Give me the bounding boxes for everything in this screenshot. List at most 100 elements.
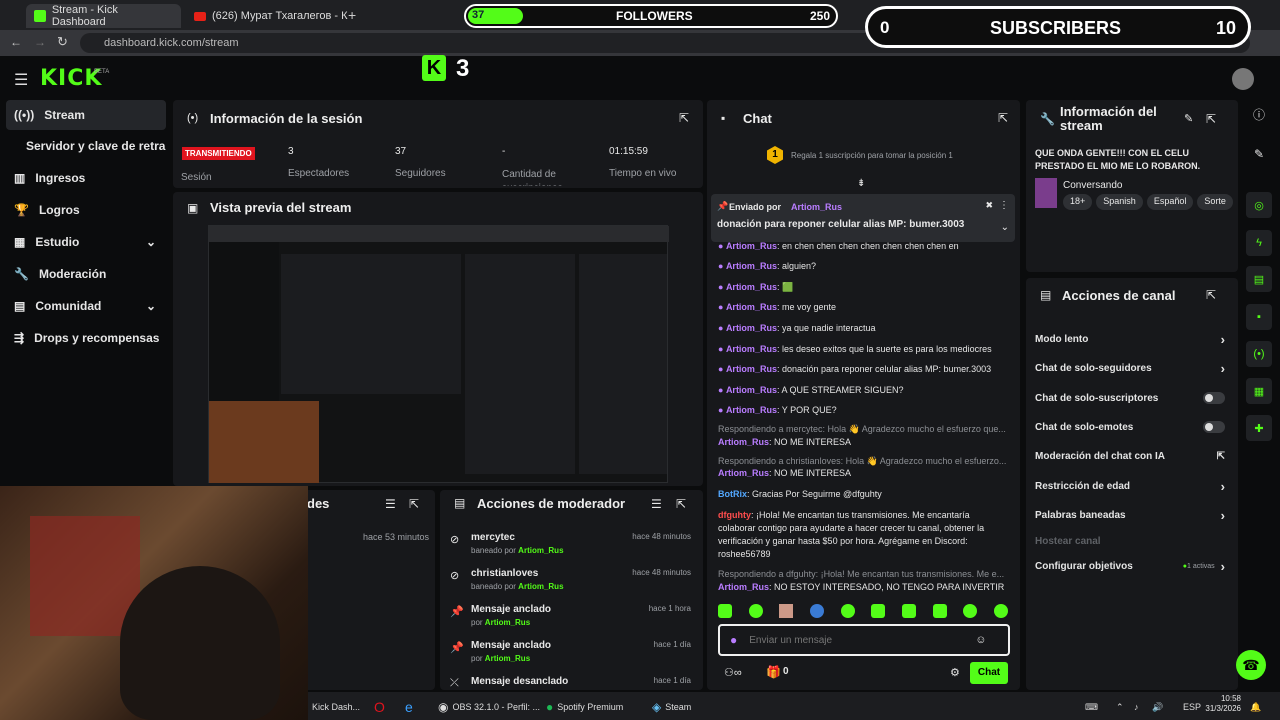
broadcast-icon[interactable]: (•)	[1246, 341, 1272, 367]
back-icon[interactable]: ←	[10, 35, 22, 49]
edit-pencil-icon[interactable]: ✎	[1184, 112, 1193, 125]
popout-icon[interactable]: ⇱	[409, 497, 419, 511]
edit-pencil-icon[interactable]: ✎	[1246, 147, 1272, 161]
channel-action-item[interactable]: Palabras baneadas ›	[1035, 508, 1225, 523]
popout-icon[interactable]: ⇱	[1206, 288, 1216, 302]
chat-message[interactable]: ● Artiom_Rus: 🟩	[718, 281, 1008, 294]
sidebar-item-logros[interactable]: 🏆 Logros	[6, 195, 166, 225]
language-indicator[interactable]: ESP	[1183, 698, 1201, 716]
community-goal-icon[interactable]: ⚇∞	[724, 666, 742, 679]
popout-icon[interactable]: ⇱	[676, 497, 686, 511]
emote-icon[interactable]	[840, 604, 855, 618]
chat-message[interactable]: Artiom_Rus: NO ME INTERESA	[718, 436, 1008, 449]
chat-username[interactable]: Artiom_Rus	[726, 241, 777, 251]
category-name[interactable]: Conversando	[1063, 180, 1122, 191]
camera-icon[interactable]: ◎	[1246, 192, 1272, 218]
channel-action-item[interactable]: Chat de solo-seguidores ›	[1035, 361, 1225, 376]
chat-bubble-icon[interactable]: ▪	[1246, 304, 1272, 330]
gift-icon[interactable]: 🎁	[766, 665, 781, 679]
keyboard-icon[interactable]: ⌨	[1085, 698, 1098, 716]
taskbar-clock[interactable]: 10:58 31/3/2026	[1205, 694, 1241, 714]
collapse-icon[interactable]: ⇟	[857, 178, 865, 189]
channel-action-item[interactable]: Configurar objetivos ●1 activas ›	[1035, 559, 1225, 574]
taskbar-kick[interactable]: Kick Dash...	[312, 698, 360, 716]
settings-gear-icon[interactable]: ⚙	[950, 666, 960, 679]
mod-action-user[interactable]: Artiom_Rus	[518, 546, 563, 555]
chat-username[interactable]: Artiom_Rus	[718, 468, 769, 478]
layout-icon[interactable]: ▦	[1246, 378, 1272, 404]
mod-action-row[interactable]: 📌 Mensaje anclado hace 1 día por Artiom_Rus	[450, 639, 695, 671]
unpin-icon[interactable]: ✖	[985, 200, 993, 211]
channel-action-item[interactable]: Modo lento ›	[1035, 332, 1225, 347]
chat-username[interactable]: Artiom_Rus	[726, 344, 777, 354]
toggle-switch[interactable]	[1203, 421, 1225, 433]
mod-action-row[interactable]: ⊘ christianloves hace 48 minutos baneado po…	[450, 567, 695, 599]
pinned-by-user[interactable]: Artiom_Rus	[791, 202, 842, 212]
emote-icon[interactable]	[779, 604, 794, 618]
edge-icon[interactable]: e	[405, 698, 413, 716]
chat-message[interactable]: Artiom_Rus: NO ME INTERESA	[718, 467, 1008, 480]
sidebar-item-estudio[interactable]: ▦ Estudio ⌄	[6, 227, 166, 257]
taskbar-obs[interactable]: ◉ OBS 32.1.0 - Perfil: ...	[438, 698, 540, 716]
volume-icon[interactable]: 🔊	[1152, 698, 1163, 716]
emoji-icon[interactable]: ☺	[975, 634, 986, 646]
chat-message[interactable]: BotRix: Gracias Por Seguirme @dfguhty	[718, 488, 1008, 501]
send-chat-button[interactable]: Chat	[970, 662, 1008, 684]
chat-username[interactable]: Artiom_Rus	[718, 437, 769, 447]
hamburger-menu-icon[interactable]: ☰	[14, 70, 28, 90]
avatar[interactable]	[1232, 68, 1254, 90]
reload-icon[interactable]: ↻	[57, 34, 68, 50]
filter-icon[interactable]: ☰	[385, 497, 396, 511]
emote-icon[interactable]	[993, 604, 1008, 618]
tray-chevron-icon[interactable]: ⌃	[1116, 698, 1124, 716]
channel-action-item[interactable]: Chat de solo-emotes	[1035, 420, 1225, 434]
chat-username[interactable]: BotRix	[718, 489, 747, 499]
gift-leaderboard-text[interactable]: Regala 1 suscripción para tomar la posic…	[791, 151, 953, 160]
chat-username[interactable]: Artiom_Rus	[726, 323, 777, 333]
chat-username[interactable]: dfguhty	[718, 510, 751, 520]
chat-username[interactable]: Artiom_Rus	[726, 385, 777, 395]
toggle-switch[interactable]	[1203, 392, 1225, 404]
lightning-icon[interactable]: ϟ	[1246, 230, 1272, 256]
chat-message[interactable]: dfguhty: ¡Hola! Me encantan tus transmis…	[718, 509, 1008, 561]
sidebar-item-ingresos[interactable]: ▥ Ingresos	[6, 163, 166, 193]
notifications-icon[interactable]: 🔔	[1250, 698, 1261, 716]
chat-message-input[interactable]	[749, 634, 970, 646]
channel-action-item[interactable]: Restricción de edad ›	[1035, 479, 1225, 494]
chat-username[interactable]: Artiom_Rus	[726, 405, 777, 415]
popout-icon[interactable]: ⇱	[679, 111, 689, 125]
mod-action-user[interactable]: Artiom_Rus	[485, 618, 530, 627]
filter-icon[interactable]: ☰	[651, 497, 662, 511]
taskbar-spotify[interactable]: ● Spotify Premium	[546, 698, 623, 716]
emote-icon[interactable]	[963, 604, 978, 618]
chat-username[interactable]: Artiom_Rus	[726, 282, 777, 292]
sidebar-item-moderacion[interactable]: 🔧 Moderación	[6, 259, 166, 289]
emote-icon[interactable]	[809, 604, 824, 618]
popout-icon[interactable]: ⇱	[998, 111, 1008, 125]
notes-icon[interactable]: ▤	[1246, 266, 1272, 292]
channel-action-item[interactable]: Moderación del chat con IA ⇱	[1035, 449, 1225, 463]
new-tab-icon[interactable]: +	[348, 7, 356, 23]
sidebar-item-stream[interactable]: ((•)) Stream	[6, 100, 166, 130]
chat-username[interactable]: Artiom_Rus	[726, 261, 777, 271]
forward-icon[interactable]: →	[34, 35, 46, 49]
chat-message[interactable]: ● Artiom_Rus: me voy gente	[718, 301, 1008, 314]
mod-action-row[interactable]: ⊘ mercytec hace 48 minutos baneado por Arti…	[450, 531, 695, 563]
more-icon[interactable]: ⋮	[999, 200, 1009, 211]
wrench-icon[interactable]: ✚	[1246, 415, 1272, 441]
mod-action-row[interactable]: 📌 Mensaje anclado hace 1 hora por Artiom_Ru…	[450, 603, 695, 635]
opera-icon[interactable]: O	[374, 698, 385, 716]
channel-action-item[interactable]: Chat de solo-suscriptores	[1035, 391, 1225, 405]
chat-message[interactable]: ● Artiom_Rus: A QUE STREAMER SIGUEN?	[718, 384, 1008, 397]
taskbar-steam[interactable]: ◈ Steam	[652, 698, 691, 716]
chat-username[interactable]: Artiom_Rus	[726, 302, 777, 312]
mod-action-user[interactable]: Artiom_Rus	[518, 582, 563, 591]
mic-tray-icon[interactable]: ♪	[1134, 698, 1139, 716]
chevron-down-icon[interactable]: ⌄	[1001, 222, 1009, 233]
chat-message[interactable]: ● Artiom_Rus: donación para reponer celu…	[718, 363, 1008, 376]
sidebar-item-comunidad[interactable]: ▤ Comunidad ⌄	[6, 291, 166, 321]
chat-message[interactable]: ● Artiom_Rus: les deseo exitos que la su…	[718, 343, 1008, 356]
emote-icon[interactable]	[932, 604, 947, 618]
tab-kick-dashboard[interactable]: Stream - Kick Dashboard	[26, 4, 181, 28]
stream-preview-video[interactable]	[208, 225, 669, 483]
